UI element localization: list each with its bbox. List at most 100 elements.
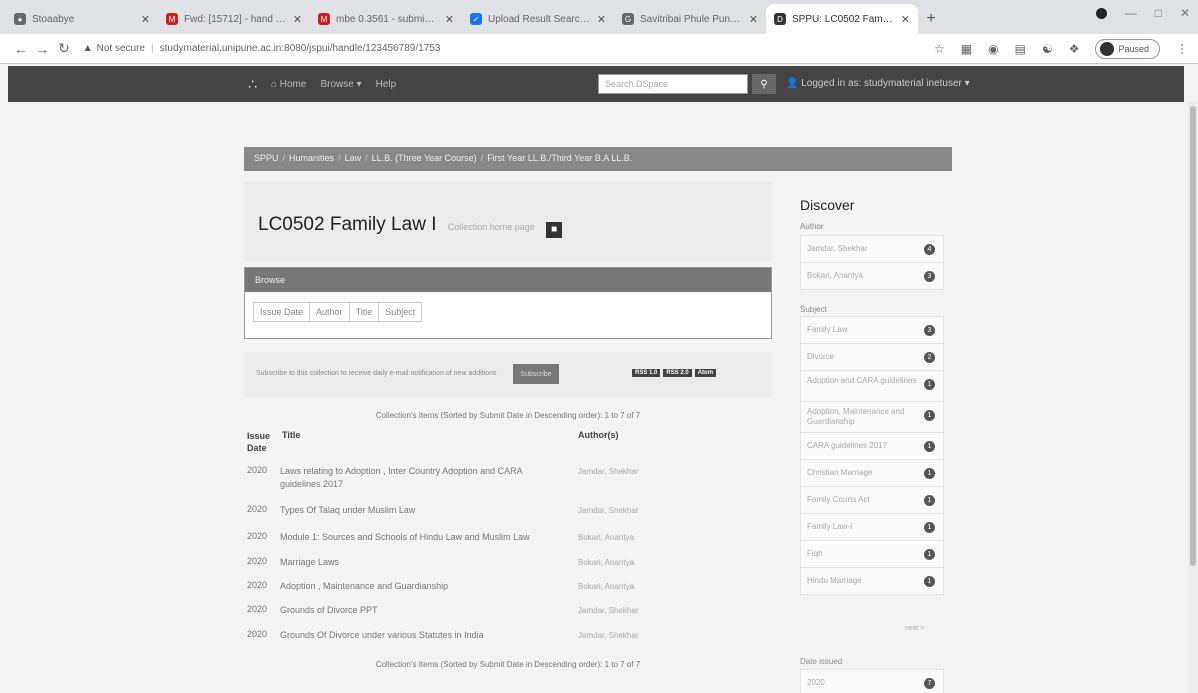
facet-item[interactable]: Divorce 2 [800,343,944,371]
facet-count-badge: 4 [924,244,935,255]
feed-link[interactable]: Atom [694,369,717,377]
tab-close-icon[interactable]: ✕ [141,13,150,26]
dspace-logo-icon[interactable]: ∴ [248,76,257,93]
row-issue-date: 2020 [247,629,268,639]
facet-item[interactable]: Family Law-I 1 [800,513,944,541]
subject-facet-list: Family Law 3 Divorce 2 Adoption and CARA gui… [800,316,944,595]
bookmark-star-icon[interactable]: ☆ [934,42,945,56]
facet-item-label: Divorce [807,352,835,361]
header-author[interactable]: Author(s) [578,430,619,440]
breadcrumb-separator: / [365,153,368,163]
subscribe-button[interactable]: Subscribe [513,364,559,384]
facet-item[interactable]: Family Law 3 [800,316,944,344]
facet-item[interactable]: 2020 7 [800,669,944,693]
breadcrumb-link[interactable]: Humanities [289,153,334,163]
facet-item[interactable]: Family Courts Act 1 [800,486,944,514]
nav-browse-dropdown[interactable]: Browse ▾ [320,79,361,90]
browser-tab[interactable]: Mmbe 0.3561 - submissions... ✕ [310,4,462,34]
facet-item[interactable]: Hindu Marriage 1 [800,567,944,595]
reload-icon[interactable]: ↻ [53,40,75,57]
tab-favicon-icon: D [774,13,786,25]
facet-item[interactable]: Jamdar, Shekhar 4 [800,235,944,263]
back-icon[interactable]: ← [10,41,32,57]
page-scrollbar[interactable] [1188,102,1198,693]
row-title-link[interactable]: Adoption , Maintenance and Guardianship [280,580,562,593]
profile-button[interactable]: Paused [1095,38,1161,59]
new-tab-button[interactable]: + [918,4,944,34]
browse-by-title-button[interactable]: Title [348,302,380,322]
tab-close-icon[interactable]: ✕ [597,13,606,26]
row-author-link[interactable]: Bokari, Anantya [578,533,634,542]
breadcrumb-link[interactable]: SPPU [254,153,279,163]
nav-help-link[interactable]: Help [376,79,397,90]
search-button[interactable]: ⚲ [752,74,776,94]
row-title-link[interactable]: Laws relating to Adoption , Inter Countr… [280,465,562,491]
browser-tab[interactable]: G Savitribai Phule Pune Unive... ✕ [614,4,766,34]
row-title-link[interactable]: Marriage Laws [280,556,562,569]
forward-icon[interactable]: → [32,41,54,57]
extension-2-icon[interactable]: ◉ [988,42,998,56]
page-title: LC0502 Family Law I Collection home page… [258,214,563,238]
row-author-link[interactable]: Jamdar, Shekhar [578,506,638,515]
tab-label: SPPU: LC0502 Family Law I [792,13,895,25]
author-facet-label: Author [800,222,824,231]
extension-4-icon[interactable]: ☯ [1042,42,1053,56]
tab-label: Fwd: [15712] - hand subm... [184,13,287,25]
breadcrumb-separator: / [338,153,341,163]
minimize-icon[interactable]: — [1125,6,1137,20]
nav-home-link[interactable]: ⌂ Home [271,79,307,90]
browser-tab[interactable]: ✓ Upload Result Search Results ✕ [462,4,614,34]
tab-close-icon[interactable]: ✕ [749,13,758,26]
breadcrumb-link[interactable]: Law [345,153,362,163]
facet-item[interactable]: Adoption and CARA guidelines 1 [800,370,944,402]
maximize-icon[interactable]: □ [1155,6,1162,20]
header-issue-date[interactable]: Issue Date [247,430,270,454]
row-title-link[interactable]: Types Of Talaq under Muslim Law [280,504,562,517]
tab-favicon-icon: M [166,13,178,25]
close-window-icon[interactable]: ✕ [1180,6,1190,20]
subject-next-link[interactable]: next > [905,625,924,632]
facet-count-badge: 3 [924,325,935,336]
browse-by-issue-date-button[interactable]: Issue Date [253,302,311,322]
browse-by-subject-button[interactable]: Subject [378,302,423,322]
header-title[interactable]: Title [282,430,300,440]
extension-3-icon[interactable]: ▤ [1015,42,1026,56]
row-author-link[interactable]: Jamdar, Shekhar [578,606,638,615]
row-title-link[interactable]: Grounds Of Divorce under various Statute… [280,629,562,642]
window-controls: — □ ✕ [1095,6,1190,20]
tab-close-icon[interactable]: ✕ [901,13,910,26]
browse-by-author-button[interactable]: Author [309,302,350,322]
facet-item[interactable]: CARA guidelines 2017 1 [800,432,944,460]
feed-link[interactable]: RSS 2.0 [663,369,692,377]
tab-favicon-icon: ● [14,13,26,25]
row-author-link[interactable]: Jamdar, Shekhar [578,631,638,640]
row-author-link[interactable]: Bokari, Anantya [578,558,634,567]
row-title-link[interactable]: Module 1: Sources and Schools of Hindu L… [280,531,562,544]
row-issue-date: 2020 [247,580,268,590]
kebab-menu-icon[interactable]: ⋮ [1176,42,1188,56]
row-title-link[interactable]: Grounds of Divorce PPT [280,604,562,617]
facet-item[interactable]: Bokari, Anantya 3 [800,262,944,290]
browser-tab[interactable]: ● Stoaabye ✕ [6,4,158,34]
items-count-bottom: Collection's Items (Sorted by Submit Dat… [375,660,641,669]
extension-icon[interactable]: ▦ [961,42,972,56]
browser-tab[interactable]: D SPPU: LC0502 Family Law I ✕ [766,4,918,34]
facet-item[interactable]: Christian Marriage 1 [800,459,944,487]
breadcrumb-link[interactable]: LL.B. (Three Year Course) [372,153,477,163]
row-issue-date: 2020 [247,556,268,566]
user-menu[interactable]: 👤 Logged in as: studymaterial inetuser ▾ [786,78,970,89]
row-author-link[interactable]: Bokari, Anantya [578,582,634,591]
url-field[interactable]: ▲ Not secure | studymaterial.unipune.ac.… [83,38,926,60]
browser-tab[interactable]: M Fwd: [15712] - hand subm... ✕ [158,4,310,34]
row-author-link[interactable]: Jamdar, Shekhar [578,467,638,476]
puzzle-icon[interactable]: ❖ [1069,42,1080,56]
feed-link[interactable]: RSS 1.0 [632,369,661,377]
facet-item[interactable]: Fiqh 1 [800,540,944,568]
tab-close-icon[interactable]: ✕ [445,13,454,26]
breadcrumb-link[interactable]: First Year LL.B./Third Year B.A LL.B. [487,153,632,163]
facet-item[interactable]: Adoption, Maintenance and Guardianship 1 [800,401,944,433]
tab-close-icon[interactable]: ✕ [293,13,302,26]
facet-item-label: CARA guidelines 2017 [807,441,888,450]
scrollbar-thumb[interactable] [1190,106,1196,566]
search-input[interactable]: Search DSpace [598,74,748,94]
